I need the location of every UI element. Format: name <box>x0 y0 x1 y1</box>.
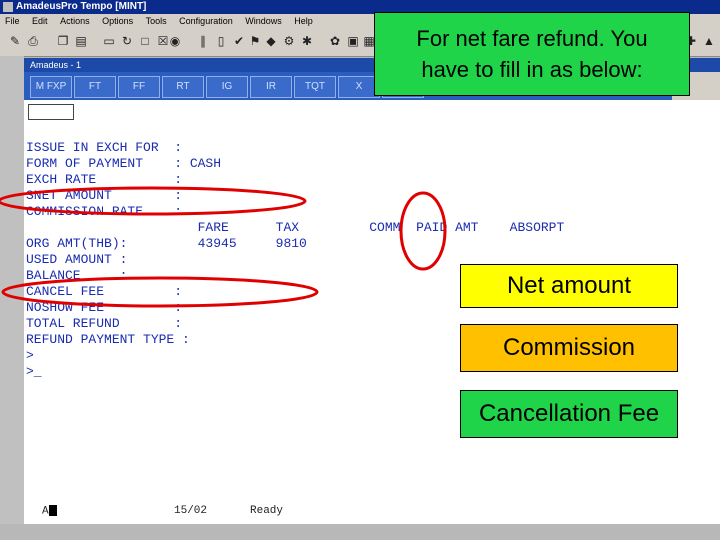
instruction-callout: For net fare refund. You have to fill in… <box>374 12 690 96</box>
fkey-rt[interactable]: RT <box>162 76 204 98</box>
screen-line-issue: ISSUE IN EXCH FOR : <box>26 140 183 155</box>
paste-icon[interactable]: ▤ <box>74 34 88 48</box>
status-bar: A 15/02 Ready <box>24 500 720 524</box>
cursor-block <box>48 505 57 516</box>
status-mode-text: A <box>42 505 49 518</box>
tools-icon[interactable]: ⚙ <box>282 34 296 48</box>
screen-line-refund-type: REFUND PAYMENT TYPE : <box>26 332 190 347</box>
menu-windows[interactable]: Windows <box>245 16 282 26</box>
fkey-tqt[interactable]: TQT <box>294 76 336 98</box>
net-amount-label: Net amount <box>460 264 678 308</box>
cancellation-fee-label: Cancellation Fee <box>460 390 678 438</box>
refresh-icon[interactable]: ↻ <box>120 34 134 48</box>
screen-line-payment: FORM OF PAYMENT : CASH <box>26 156 222 171</box>
fkey-ig[interactable]: IG <box>206 76 248 98</box>
screen-line-total-refund: TOTAL REFUND : <box>26 316 183 331</box>
callout-line-2: have to fill in as below: <box>421 57 643 82</box>
screen-line-used-amount: USED AMOUNT : <box>26 252 128 267</box>
edit-icon[interactable]: ✎ <box>8 34 22 48</box>
command-row <box>24 100 720 126</box>
left-border <box>0 56 24 540</box>
fkey-ff[interactable]: FF <box>118 76 160 98</box>
document-icon[interactable]: ▭ <box>102 34 116 48</box>
menu-actions[interactable]: Actions <box>60 16 90 26</box>
status-mode: A <box>42 505 57 517</box>
bottom-border <box>0 524 720 540</box>
screen-line-balance: BALANCE : <box>26 268 128 283</box>
check-icon[interactable]: ✔ <box>232 34 246 48</box>
menu-options[interactable]: Options <box>102 16 133 26</box>
copy-icon[interactable]: ❐ <box>56 34 70 48</box>
status-state: Ready <box>250 505 284 517</box>
terminal-screen[interactable]: ISSUE IN EXCH FOR : FORM OF PAYMENT : CA… <box>24 126 720 500</box>
menu-file[interactable]: File <box>5 16 20 26</box>
screen-line-exch-rate: EXCH RATE : <box>26 172 183 187</box>
menu-tools[interactable]: Tools <box>146 16 167 26</box>
shield-icon[interactable]: ◆ <box>264 34 278 48</box>
window-icon[interactable]: □ <box>138 34 152 48</box>
app-icon <box>3 2 13 12</box>
session-title: Amadeus - 1 <box>30 60 82 70</box>
print-icon[interactable]: ⎙ <box>26 34 40 48</box>
screen-line-org-amount: ORG AMT(THB): 43945 9810 <box>26 236 307 251</box>
fkey-ft[interactable]: FT <box>74 76 116 98</box>
fkey-fxp[interactable]: M FXP <box>30 76 72 98</box>
menu-edit[interactable]: Edit <box>32 16 48 26</box>
screen-line-commission-rate: COMMISSION RATE : <box>26 204 183 219</box>
menu-help[interactable]: Help <box>294 16 313 26</box>
screen-line-cancel-fee: CANCEL FEE : <box>26 284 183 299</box>
stop-icon[interactable]: ▯ <box>214 34 228 48</box>
command-input[interactable] <box>28 104 74 120</box>
screen-line-noshow-fee: NOSHOW FEE : <box>26 300 183 315</box>
screen-line-column-headers: FARE TAX COMM PAID AMT ABSORPT <box>26 220 565 235</box>
palette-icon[interactable]: ✿ <box>328 34 342 48</box>
settings-icon[interactable]: ✱ <box>300 34 314 48</box>
screen-line-cursor: >_ <box>26 364 42 379</box>
menu-configuration[interactable]: Configuration <box>179 16 233 26</box>
fkey-ir[interactable]: IR <box>250 76 292 98</box>
screen-line-net-amount: SNET AMOUNT : <box>26 188 183 203</box>
status-date: 15/02 <box>174 505 208 517</box>
commission-label: Commission <box>460 324 678 372</box>
pause-icon[interactable]: ∥ <box>196 34 210 48</box>
globe-icon[interactable]: ◉ <box>168 34 182 48</box>
flag-icon[interactable]: ⚑ <box>248 34 262 48</box>
camera-icon[interactable]: ▣ <box>346 34 360 48</box>
window-title: AmadeusPro Tempo [MINT] <box>16 1 147 12</box>
callout-line-1: For net fare refund. You <box>416 26 648 51</box>
screen-line-prompt: > <box>26 348 34 363</box>
car-icon[interactable]: ▲ <box>702 34 716 48</box>
